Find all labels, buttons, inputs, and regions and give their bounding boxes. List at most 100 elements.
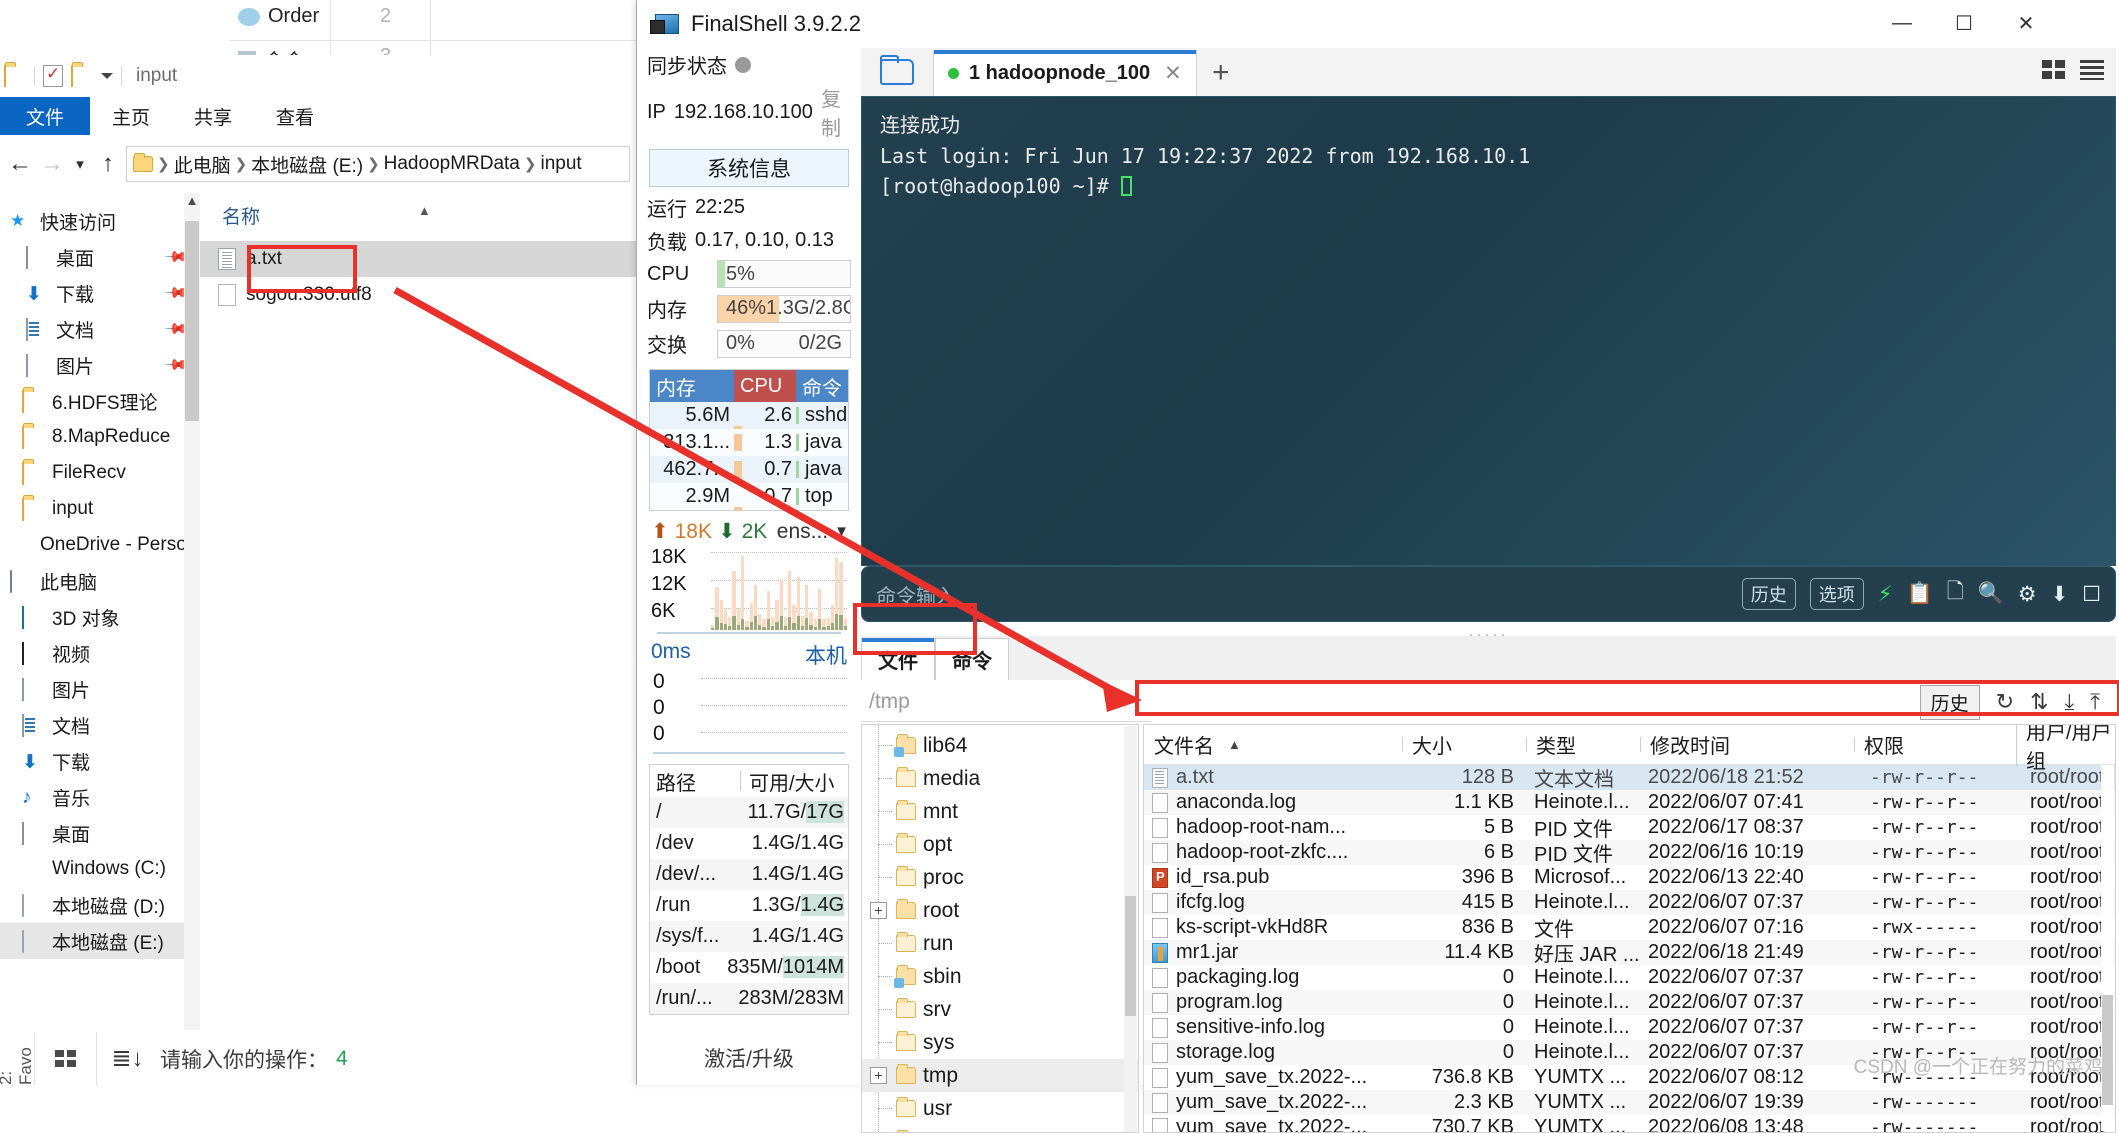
open-folder-button[interactable] [861, 48, 933, 96]
sidebar-item-pictures[interactable]: 图片 📌 [0, 347, 200, 383]
sidebar-item-this-pc[interactable]: 此电脑 [0, 563, 200, 599]
table-row[interactable]: id_rsa.pub396 BMicrosof...2022/06/13 22:… [1144, 865, 2115, 890]
tab-share[interactable]: 共享 [172, 97, 254, 135]
favorites-tab[interactable]: 2: Favo [2, 1032, 30, 1085]
sidebar-item-quick-access[interactable]: ★ 快速访问 [0, 203, 200, 239]
paste-icon[interactable]: 🗋 [1947, 577, 1964, 612]
scrollbar-thumb[interactable] [2102, 995, 2113, 1105]
download-icon[interactable]: ⬇ [2051, 582, 2069, 607]
search-icon[interactable]: 🔍 [1978, 582, 2004, 606]
table-row[interactable]: /boot 835M/1014M [650, 952, 848, 983]
col-command[interactable]: 命令 [796, 370, 848, 402]
table-row[interactable]: ifcfg.log415 BHeinote.l...2022/06/07 07:… [1144, 890, 2115, 915]
col-avail-size[interactable]: 可用/大小 [741, 767, 848, 796]
lightning-icon[interactable]: ⚡ [1878, 582, 1893, 607]
terminal-output[interactable]: 连接成功 Last login: Fri Jun 17 19:22:37 202… [861, 96, 2116, 566]
list-view-icon[interactable] [2080, 60, 2104, 80]
col-type[interactable]: 类型 [1526, 730, 1640, 759]
col-memory[interactable]: 内存 [650, 370, 734, 402]
tree-node-sys[interactable]: sys [862, 1026, 1138, 1059]
window-icon[interactable]: ☐ [2082, 582, 2101, 607]
sidebar-item-pictures-pc[interactable]: 图片 [0, 671, 200, 707]
sort-button[interactable]: ≣↓ [96, 1032, 158, 1085]
sidebar-item-downloads[interactable]: ⬇ 下载 📌 [0, 275, 200, 311]
customize-qat-chevron-icon[interactable] [101, 73, 113, 79]
scrollbar-thumb[interactable] [185, 221, 199, 421]
breadcrumb-item-0[interactable]: 此电脑 [174, 151, 231, 178]
breadcrumb-item-1[interactable]: 本地磁盘 (E:) [251, 151, 363, 178]
table-row[interactable]: /dev 1.4G/1.4G [650, 828, 848, 859]
sidebar-item-input[interactable]: input [0, 491, 200, 527]
sidebar-item-videos[interactable]: 视频 [0, 635, 200, 671]
table-row[interactable]: 313.1... 1.3 java [650, 429, 848, 456]
activate-upgrade-link[interactable]: 激活/升级 [641, 1043, 857, 1073]
tree-node-root[interactable]: + root [862, 894, 1138, 927]
tree-node-lib64[interactable]: lib64 [862, 729, 1138, 762]
new-folder-icon[interactable] [71, 66, 93, 86]
chevron-down-icon[interactable]: ▼ [834, 523, 849, 540]
col-size[interactable]: 大小 [1402, 730, 1526, 759]
tab-home[interactable]: 主页 [90, 97, 172, 135]
column-header-name[interactable]: 名称 [222, 202, 260, 229]
expand-icon[interactable]: + [870, 902, 887, 919]
table-row[interactable]: /sys/f... 1.4G/1.4G [650, 921, 848, 952]
system-info-button[interactable]: 系统信息 [649, 149, 849, 187]
close-icon[interactable]: ✕ [1164, 61, 1182, 86]
table-row[interactable]: mr1.jar11.4 KB好压 JAR ...2022/06/18 21:49… [1144, 940, 2115, 965]
tab-view[interactable]: 查看 [254, 97, 336, 135]
table-row[interactable]: program.log0Heinote.l...2022/06/07 07:37… [1144, 990, 2115, 1015]
table-row[interactable]: /run 1.3G/1.4G [650, 890, 848, 921]
column-header[interactable]: ▲ 名称 [200, 193, 636, 237]
col-cpu[interactable]: CPU [734, 370, 796, 402]
back-button[interactable]: ← [6, 150, 34, 178]
sidebar-item-desktop-pc[interactable]: 桌面 [0, 815, 200, 851]
table-row[interactable]: /dev/... 1.4G/1.4G [650, 859, 848, 890]
tree-node-opt[interactable]: opt [862, 828, 1138, 861]
copy-icon[interactable]: 📋 [1907, 582, 1933, 606]
tree-node-proc[interactable]: proc [862, 861, 1138, 894]
tree-node-var[interactable]: var [862, 1125, 1138, 1133]
tree-node-tmp[interactable]: + tmp [862, 1059, 1138, 1092]
col-permissions[interactable]: 权限 [1854, 730, 2016, 759]
tree-node-mnt[interactable]: mnt [862, 795, 1138, 828]
table-row[interactable]: yum_save_tx.2022-...2.3 KBYUMTX ...2022/… [1144, 1090, 2115, 1115]
tree-node-srv[interactable]: srv [862, 993, 1138, 1026]
breadcrumb-item-3[interactable]: input [540, 153, 581, 175]
table-row[interactable]: 462.7... 0.7 java [650, 456, 848, 483]
gear-icon[interactable]: ⚙ [2018, 582, 2037, 607]
path-input[interactable]: /tmp [861, 682, 1151, 722]
table-row[interactable]: sensitive-info.log0Heinote.l...2022/06/0… [1144, 1015, 2115, 1040]
new-tab-button[interactable]: + [1197, 50, 1245, 96]
col-path[interactable]: 路径 [650, 767, 740, 796]
table-row[interactable]: 5.6M 2.6 sshd [650, 402, 848, 429]
table-row[interactable]: hadoop-root-nam...5 BPID 文件2022/06/17 08… [1144, 815, 2115, 840]
breadcrumb[interactable]: ❯ 此电脑 ❯ 本地磁盘 (E:) ❯ HadoopMRData ❯ input [126, 146, 630, 182]
tree-scrollbar[interactable] [1124, 726, 1137, 1133]
command-input-bar[interactable]: 命令输入 历史 选项 ⚡ 📋 🗋 🔍 ⚙ ⬇ ☐ [861, 566, 2116, 622]
sidebar-item-hdfs-theory[interactable]: 6.HDFS理论 [0, 383, 200, 419]
sidebar-item-documents[interactable]: 文档 📌 [0, 311, 200, 347]
tree-node-sbin[interactable]: sbin [862, 960, 1138, 993]
network-interface-label[interactable]: ens... [777, 520, 828, 544]
sidebar-item-desktop[interactable]: 桌面 📌 [0, 239, 200, 275]
table-row[interactable]: packaging.log0Heinote.l...2022/06/07 07:… [1144, 965, 2115, 990]
close-button[interactable]: ✕ [1995, 0, 2057, 46]
tree-node-run[interactable]: run [862, 927, 1138, 960]
layout-grid-button[interactable] [34, 1032, 96, 1085]
sidebar-item-onedrive[interactable]: OneDrive - Person [0, 527, 200, 563]
scroll-up-icon[interactable]: ▲ [184, 193, 200, 215]
col-filename[interactable]: 文件名 ▲ [1144, 730, 1402, 759]
maximize-button[interactable]: ☐ [1933, 0, 1995, 46]
grid-view-icon[interactable] [2042, 60, 2066, 80]
sidebar-item-documents-pc[interactable]: 文档 [0, 707, 200, 743]
sidebar-item-music[interactable]: ♪ 音乐 [0, 779, 200, 815]
tree-node-usr[interactable]: usr [862, 1092, 1138, 1125]
sidebar-item-local-disk-d[interactable]: 本地磁盘 (D:) [0, 887, 200, 923]
table-row[interactable]: 2.9M 0.7 top [650, 483, 848, 510]
tab-hadoopnode-100[interactable]: 1 hadoopnode_100 ✕ [933, 50, 1197, 96]
sidebar-item-3d-objects[interactable]: 3D 对象 [0, 599, 200, 635]
command-history-button[interactable]: 历史 [1742, 578, 1796, 610]
table-row[interactable]: hadoop-root-zkfc....6 BPID 文件2022/06/16 … [1144, 840, 2115, 865]
properties-icon[interactable] [43, 65, 63, 87]
recent-locations-chevron-icon[interactable]: ▾ [70, 155, 90, 173]
